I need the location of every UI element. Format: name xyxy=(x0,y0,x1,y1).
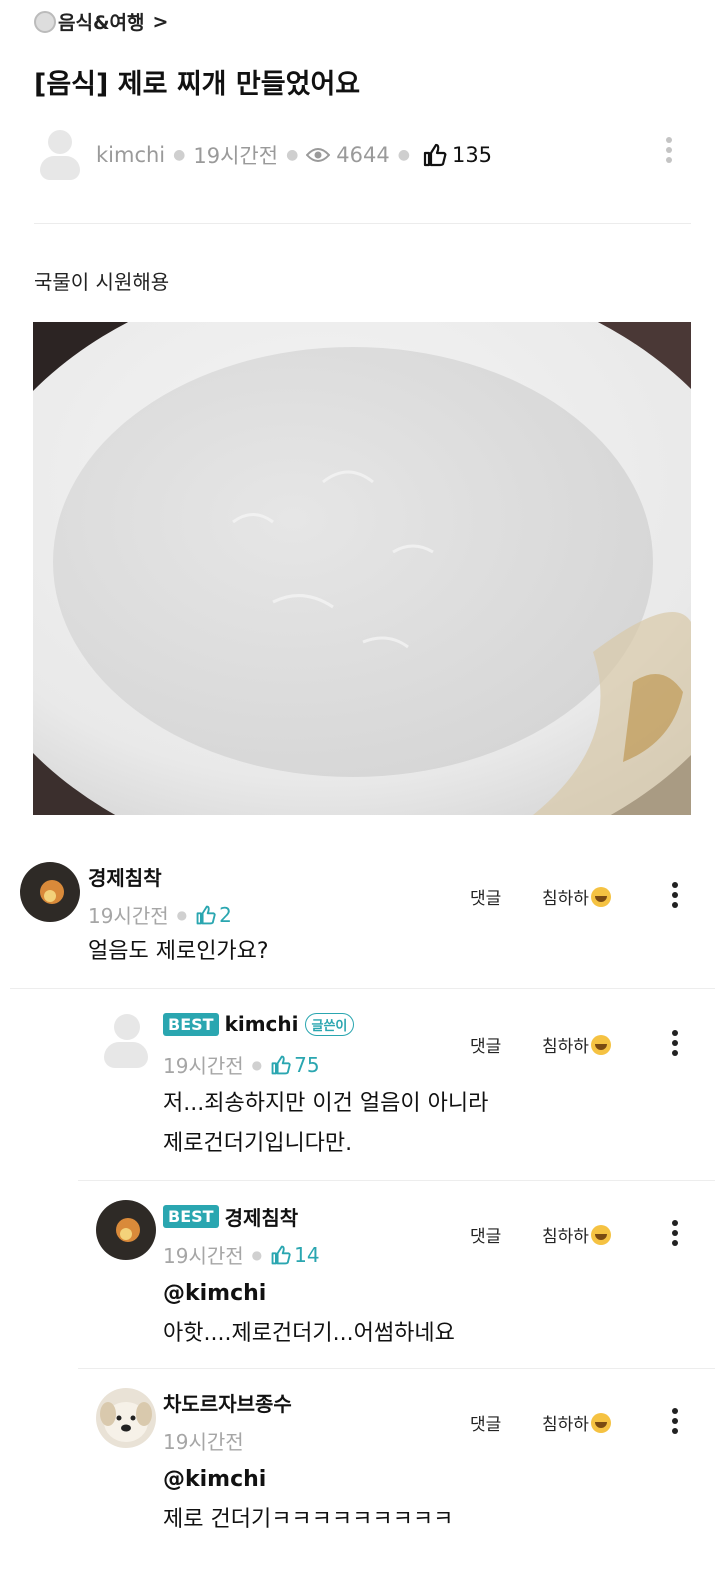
comment-text: @kimchi 아핫....제로건더기...어썸하네요 xyxy=(163,1274,455,1354)
comment-like-button[interactable]: 2 xyxy=(195,903,232,927)
post-author[interactable]: kimchi xyxy=(96,143,165,167)
commenter-avatar[interactable] xyxy=(96,1200,156,1260)
comment-meta: 19시간전 ● 14 xyxy=(163,1240,320,1269)
comment-meta: 19시간전 ● 2 xyxy=(88,900,232,929)
reply-button[interactable]: 댓글 xyxy=(470,884,501,909)
author-badge: 글쓴이 xyxy=(304,1012,355,1036)
comment-divider xyxy=(78,1368,715,1369)
comment-divider xyxy=(10,988,715,989)
comment-more-icon[interactable] xyxy=(672,882,678,908)
comment-more-icon[interactable] xyxy=(672,1030,678,1056)
breadcrumb[interactable]: 음식&여행 > xyxy=(34,8,168,35)
comment-text-line: 제로건더기입니다만. xyxy=(163,1131,353,1156)
comment-more-icon[interactable] xyxy=(672,1408,678,1434)
breadcrumb-label: 음식&여행 xyxy=(58,12,145,34)
post-views: 4644 xyxy=(336,143,390,167)
comment-meta: 19시간전 ● 75 xyxy=(163,1050,320,1079)
comment-likes: 2 xyxy=(219,902,232,927)
separator-dot: ● xyxy=(251,1247,263,1262)
comment-author[interactable]: 경제침착 xyxy=(225,1202,299,1231)
laugh-label: 침하하 xyxy=(542,1227,589,1247)
best-badge: BEST xyxy=(163,1012,219,1036)
comment-mention[interactable]: @kimchi xyxy=(163,1460,453,1500)
laugh-emoji-icon xyxy=(590,1413,611,1433)
puppy-avatar-image xyxy=(96,1388,156,1448)
reply-button[interactable]: 댓글 xyxy=(470,1222,501,1247)
divider xyxy=(34,223,691,224)
thumbs-up-icon xyxy=(423,143,447,167)
best-badge: BEST xyxy=(163,1205,219,1228)
post-title: [음식] 제로 찌개 만들었어요 xyxy=(34,69,361,100)
post-likes: 135 xyxy=(451,143,493,167)
post-meta: kimchi ● 19시간전 ● 4644 ● 135 xyxy=(40,130,492,180)
laugh-emoji-icon xyxy=(590,887,611,907)
chevron-right-icon: > xyxy=(152,10,169,33)
laugh-label: 침하하 xyxy=(542,889,589,909)
soup-bowl-photo xyxy=(33,322,691,815)
comment-time: 19시간전 xyxy=(163,1430,244,1454)
post-image[interactable] xyxy=(33,322,691,815)
comment-author[interactable]: 경제침착 xyxy=(88,862,162,891)
laugh-label: 침하하 xyxy=(542,1037,589,1057)
commenter-avatar[interactable] xyxy=(20,862,80,922)
comment-header: BEST 경제침착 xyxy=(163,1202,298,1231)
laugh-button[interactable]: 침하하 xyxy=(542,1222,611,1247)
comment-text: @kimchi 제로 건더기ㅋㅋㅋㅋㅋㅋㅋㅋㅋ xyxy=(163,1460,453,1540)
comment-time: 19시간전 xyxy=(163,1054,244,1078)
commenter-avatar[interactable] xyxy=(104,1014,148,1068)
author-avatar[interactable] xyxy=(40,130,82,180)
separator-dot: ● xyxy=(397,147,410,163)
laugh-button[interactable]: 침하하 xyxy=(542,1032,611,1057)
commenter-avatar[interactable] xyxy=(96,1388,156,1448)
post-more-icon[interactable] xyxy=(666,137,672,163)
plate-icon xyxy=(34,10,56,33)
comment-author[interactable]: 차도르자브종수 xyxy=(163,1388,292,1417)
post-body: 국물이 시원해용 xyxy=(34,270,170,294)
comment-more-icon[interactable] xyxy=(672,1220,678,1246)
comment-time: 19시간전 xyxy=(163,1244,244,1268)
thumbs-up-icon xyxy=(271,1055,291,1074)
separator-dot: ● xyxy=(251,1057,263,1072)
post-like-button[interactable]: 135 xyxy=(422,142,492,168)
laugh-emoji-icon xyxy=(590,1225,611,1245)
laugh-button[interactable]: 침하하 xyxy=(542,884,611,909)
comment-mention[interactable]: @kimchi xyxy=(163,1274,455,1314)
thumbs-up-icon xyxy=(271,1245,291,1264)
comment-divider xyxy=(78,1180,715,1181)
comment-text: 얼음도 제로인가요? xyxy=(88,939,269,964)
laugh-label: 침하하 xyxy=(542,1415,589,1435)
comment-text-line: 아핫....제로건더기...어썸하네요 xyxy=(163,1321,455,1346)
laugh-button[interactable]: 침하하 xyxy=(542,1410,611,1435)
reply-button[interactable]: 댓글 xyxy=(470,1410,501,1435)
post-time: 19시간전 xyxy=(193,144,279,168)
separator-dot: ● xyxy=(173,147,186,163)
comment-like-button[interactable]: 75 xyxy=(270,1052,320,1077)
laugh-emoji-icon xyxy=(590,1035,611,1055)
eye-icon xyxy=(306,148,331,162)
comment-author[interactable]: kimchi xyxy=(225,1012,299,1036)
comment-text-line: 제로 건더기ㅋㅋㅋㅋㅋㅋㅋㅋㅋ xyxy=(163,1507,454,1532)
comment-likes: 14 xyxy=(294,1242,320,1267)
comment-text: 저...죄송하지만 이건 얼음이 아니라 제로건더기입니다만. xyxy=(163,1084,488,1164)
comment-text-line: 저...죄송하지만 이건 얼음이 아니라 xyxy=(163,1091,489,1116)
thumbs-up-icon xyxy=(196,905,216,924)
comment-header: BEST kimchi 글쓴이 xyxy=(163,1012,355,1036)
separator-dot: ● xyxy=(176,907,188,922)
comment-like-button[interactable]: 14 xyxy=(270,1242,320,1267)
comment-time: 19시간전 xyxy=(88,904,169,928)
reply-button[interactable]: 댓글 xyxy=(470,1032,501,1057)
comment-likes: 75 xyxy=(294,1052,320,1077)
separator-dot: ● xyxy=(286,147,299,163)
